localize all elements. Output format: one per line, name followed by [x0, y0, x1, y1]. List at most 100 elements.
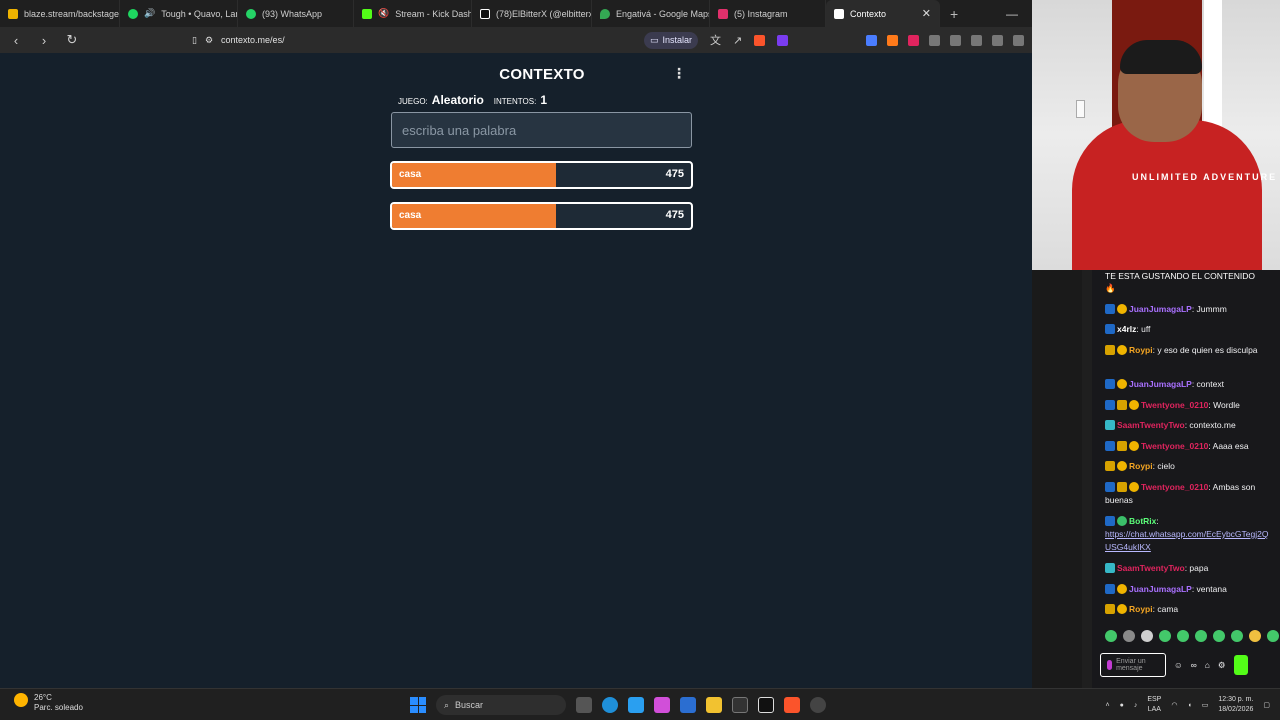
task-view-icon[interactable]	[576, 697, 592, 713]
sub-badge-icon	[1105, 441, 1115, 451]
app-taskbar-icon[interactable]	[810, 697, 826, 713]
mic-icon[interactable]	[1107, 660, 1113, 670]
site-settings-icon[interactable]: ⚙	[205, 35, 213, 46]
sidebar-icon[interactable]	[992, 34, 1003, 46]
tab-whatsapp[interactable]: (93) WhatsApp	[238, 0, 354, 27]
emote-icon[interactable]	[1267, 630, 1279, 642]
chat-username[interactable]: BotRix	[1129, 516, 1156, 526]
weather-sun-icon	[14, 693, 28, 707]
mic-tray-icon[interactable]: ♪	[1134, 702, 1138, 709]
forward-icon[interactable]: ›	[36, 33, 52, 48]
install-button[interactable]: ▭ Instalar	[644, 31, 699, 49]
snipping-tool-icon[interactable]	[628, 697, 644, 713]
address-bar[interactable]: ▯ ⚙ contexto.me/es/	[192, 35, 632, 46]
chat-username[interactable]: Roypi	[1129, 604, 1153, 614]
reload-icon[interactable]: ↻	[64, 32, 80, 48]
chat-username[interactable]: SaamTwentyTwo	[1117, 420, 1185, 430]
weather-widget[interactable]: 26°C Parc. soleado	[14, 693, 83, 713]
tab-blaze[interactable]: blaze.stream/backstage	[0, 0, 120, 27]
emote-icon[interactable]	[1231, 630, 1243, 642]
game-title: CONTEXTO	[499, 66, 585, 83]
tab-label: blaze.stream/backstage	[24, 8, 120, 19]
emote-icon[interactable]	[1177, 630, 1189, 642]
emote-icon[interactable]	[1249, 630, 1261, 642]
store-icon[interactable]: ⌂	[1205, 660, 1210, 670]
mute-icon[interactable]: 🔇	[378, 8, 389, 19]
emote-icon[interactable]	[1195, 630, 1207, 642]
tray-app-icon[interactable]: ●	[1120, 702, 1124, 709]
chat-username[interactable]: x4rlz	[1117, 324, 1136, 334]
chat-input[interactable]: Enviar un mensaje	[1100, 653, 1166, 677]
notification-icon[interactable]: ▢	[1263, 701, 1270, 709]
language-indicator[interactable]: ESP LAA	[1147, 695, 1161, 715]
share-icon[interactable]: ↗	[733, 34, 742, 47]
terminal-icon[interactable]	[732, 697, 748, 713]
chat-username[interactable]: Twentyone_0210	[1141, 482, 1208, 492]
chat-username[interactable]: JuanJumagaLP	[1129, 584, 1192, 594]
file-explorer-icon[interactable]	[706, 697, 722, 713]
obs-icon[interactable]	[758, 697, 774, 713]
battery-icon[interactable]: ▭	[1202, 701, 1209, 709]
wallet-icon[interactable]	[1013, 34, 1024, 46]
chevron-up-icon[interactable]: ˄	[1106, 702, 1110, 709]
tab-tiktok[interactable]: (78)ElBitterX (@elbitterx	[472, 0, 592, 27]
wifi-icon[interactable]: ◠	[1171, 701, 1177, 709]
emote-icon[interactable]	[1159, 630, 1171, 642]
volume-icon[interactable]: ◖	[1187, 702, 1191, 709]
chat-username[interactable]: Twentyone_0210	[1141, 400, 1208, 410]
translate-icon[interactable]: 文	[710, 32, 721, 48]
store-app-icon[interactable]	[680, 697, 696, 713]
chat-link[interactable]: https://chat.whatsapp.com/EcEybcGTegj2QU…	[1105, 529, 1268, 552]
tab-contexto[interactable]: Contexto ✕	[826, 0, 940, 27]
tab-kick[interactable]: 🔇 Stream - Kick Dashb	[354, 0, 472, 27]
chat-username[interactable]: SaamTwentyTwo	[1117, 563, 1185, 573]
translate-ext-icon[interactable]	[866, 34, 877, 46]
chat-header-text: TE ESTA GUSTANDO EL CONTENIDO	[1105, 271, 1256, 281]
chat-message: SaamTwentyTwo: contexto.me	[1105, 419, 1271, 432]
chat-username[interactable]: Roypi	[1129, 345, 1153, 355]
new-tab-icon[interactable]: +	[940, 6, 968, 22]
fox-ext-icon[interactable]	[887, 34, 898, 46]
clock[interactable]: 12:30 p. m. 18/02/2026	[1218, 695, 1253, 715]
tab-maps[interactable]: Engativá - Google Maps	[592, 0, 710, 27]
m-ext-icon[interactable]	[908, 34, 919, 46]
emote-icon[interactable]	[1141, 630, 1153, 642]
brave-shield-icon[interactable]	[754, 34, 766, 46]
emote-icon[interactable]	[1105, 630, 1117, 642]
chat-text: : papa	[1184, 563, 1209, 573]
tiktok-icon	[480, 8, 490, 19]
brave-taskbar-icon[interactable]	[784, 697, 800, 713]
tab-instagram[interactable]: (5) Instagram	[710, 0, 826, 27]
screenshot-icon[interactable]	[950, 34, 961, 46]
shirt-text: UNLIMITED ADVENTURE	[1132, 172, 1278, 182]
bookmark-icon[interactable]: ▯	[192, 35, 197, 46]
emote-icon[interactable]	[1123, 630, 1135, 642]
settings-gear-icon[interactable]: ⚙	[1218, 660, 1226, 671]
windows-start-icon[interactable]	[410, 697, 426, 713]
chat-username[interactable]: Roypi	[1129, 461, 1153, 471]
chat-message: Roypi: y eso de quien es disculpa	[1105, 344, 1271, 357]
word-input[interactable]: escriba una palabra	[391, 112, 692, 148]
guess-row: casa 475	[390, 161, 693, 189]
chat-username[interactable]: JuanJumagaLP	[1129, 304, 1192, 314]
copilot-icon[interactable]	[654, 697, 670, 713]
chat-send-button[interactable]	[1233, 655, 1248, 675]
chat-username[interactable]: Twentyone_0210	[1141, 441, 1208, 451]
taskbar-search[interactable]: ⌕ Buscar	[436, 695, 566, 715]
infinity-icon[interactable]: ∞	[1191, 660, 1197, 670]
gold-badge-icon	[1129, 441, 1139, 451]
chat-username[interactable]: JuanJumagaLP	[1129, 379, 1192, 389]
back-icon[interactable]: ‹	[8, 33, 24, 48]
minimize-icon[interactable]: —	[992, 7, 1032, 21]
emoji-icon[interactable]: ☺	[1174, 660, 1183, 670]
kebab-menu-icon[interactable]: ⋮	[672, 65, 686, 82]
edge-icon[interactable]	[602, 697, 618, 713]
emote-icon[interactable]	[1213, 630, 1225, 642]
bookmarks-icon[interactable]	[971, 34, 982, 46]
tab-spotify[interactable]: 🔊 Tough • Quavo, Lana	[120, 0, 238, 27]
puzzle-icon[interactable]	[929, 34, 940, 46]
chat-text: : cielo	[1152, 461, 1175, 471]
brave-rewards-icon[interactable]	[777, 34, 789, 46]
close-icon[interactable]: ✕	[922, 7, 931, 20]
speaker-icon[interactable]: 🔊	[144, 8, 155, 19]
